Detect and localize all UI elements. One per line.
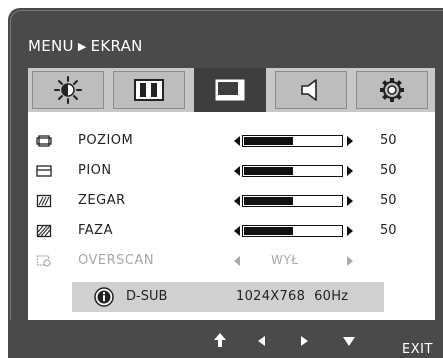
slider-fill <box>244 227 293 235</box>
tab-picture[interactable] <box>32 71 104 109</box>
setting-row-poziom[interactable]: POZIOM 50 <box>28 130 435 152</box>
slider-fill <box>244 167 293 175</box>
left-arrow-icon[interactable] <box>234 166 240 176</box>
setting-row-pion[interactable]: PION 50 <box>28 160 435 182</box>
enter-up-arrow-icon[interactable] <box>213 332 227 348</box>
setting-label: PION <box>78 163 112 178</box>
tab-bar <box>28 68 435 112</box>
right-arrow-icon[interactable] <box>300 336 308 346</box>
value-slider[interactable] <box>242 135 343 147</box>
setting-value: 50 <box>380 133 397 148</box>
setting-label: FAZA <box>78 223 113 238</box>
slider-fill <box>244 137 293 145</box>
down-arrow-icon[interactable] <box>343 337 355 346</box>
tab-color[interactable] <box>113 71 185 109</box>
left-arrow-icon[interactable] <box>234 196 240 206</box>
tab-audio[interactable] <box>275 71 347 109</box>
setting-value: 50 <box>380 163 397 178</box>
speaker-icon <box>301 79 317 101</box>
clock-icon <box>36 194 52 208</box>
triangle-right-icon: ▶ <box>77 40 87 53</box>
menu-label: MENU <box>28 37 74 55</box>
left-arrow-icon[interactable] <box>258 336 266 346</box>
tab-settings[interactable] <box>356 71 428 109</box>
left-arrow-icon <box>234 256 240 266</box>
setting-value: WYŁ <box>271 253 299 267</box>
setting-label: ZEGAR <box>78 193 126 208</box>
brightness-sun-icon <box>54 76 82 104</box>
setting-row-faza[interactable]: FAZA 50 <box>28 220 435 242</box>
value-slider[interactable] <box>242 225 343 237</box>
setting-row-zegar[interactable]: ZEGAR 50 <box>28 190 435 212</box>
setting-row-overscan: OVERSCAN WYŁ <box>28 250 435 272</box>
setting-label: POZIOM <box>78 133 134 148</box>
value-slider[interactable] <box>242 195 343 207</box>
info-icon <box>94 287 114 307</box>
resolution-value: 1024X768 <box>236 289 306 304</box>
breadcrumb: MENU ▶ EKRAN <box>28 37 143 55</box>
left-arrow-icon[interactable] <box>234 136 240 146</box>
settings-gear-icon <box>380 78 404 102</box>
input-info-bar: D-SUB 1024X768 60Hz <box>72 282 384 312</box>
right-arrow-icon[interactable] <box>347 166 353 176</box>
color-bars-icon <box>134 79 164 101</box>
exit-button[interactable]: EXIT <box>402 342 433 357</box>
value-slider[interactable] <box>242 165 343 177</box>
resolution-readout: 1024X768 60Hz <box>236 289 348 304</box>
screen-position-icon <box>215 79 245 101</box>
phase-icon <box>36 224 52 238</box>
right-arrow-icon <box>347 256 353 266</box>
setting-value: 50 <box>380 223 397 238</box>
horizontal-position-icon <box>36 135 52 147</box>
current-menu-label: EKRAN <box>90 37 143 55</box>
vertical-position-icon <box>36 165 52 177</box>
right-arrow-icon[interactable] <box>347 196 353 206</box>
setting-label: OVERSCAN <box>78 253 155 268</box>
settings-panel: POZIOM 50 PION 50 ZEGAR 50 FAZA 50 OVERS… <box>28 112 435 320</box>
overscan-icon <box>36 255 51 267</box>
control-bar <box>8 320 443 358</box>
slider-fill <box>244 197 293 205</box>
setting-value: 50 <box>380 193 397 208</box>
input-source: D-SUB <box>126 289 168 304</box>
right-arrow-icon[interactable] <box>347 136 353 146</box>
tab-screen[interactable] <box>194 68 266 112</box>
left-arrow-icon[interactable] <box>234 226 240 236</box>
frequency-value: 60Hz <box>314 289 349 304</box>
right-arrow-icon[interactable] <box>347 226 353 236</box>
